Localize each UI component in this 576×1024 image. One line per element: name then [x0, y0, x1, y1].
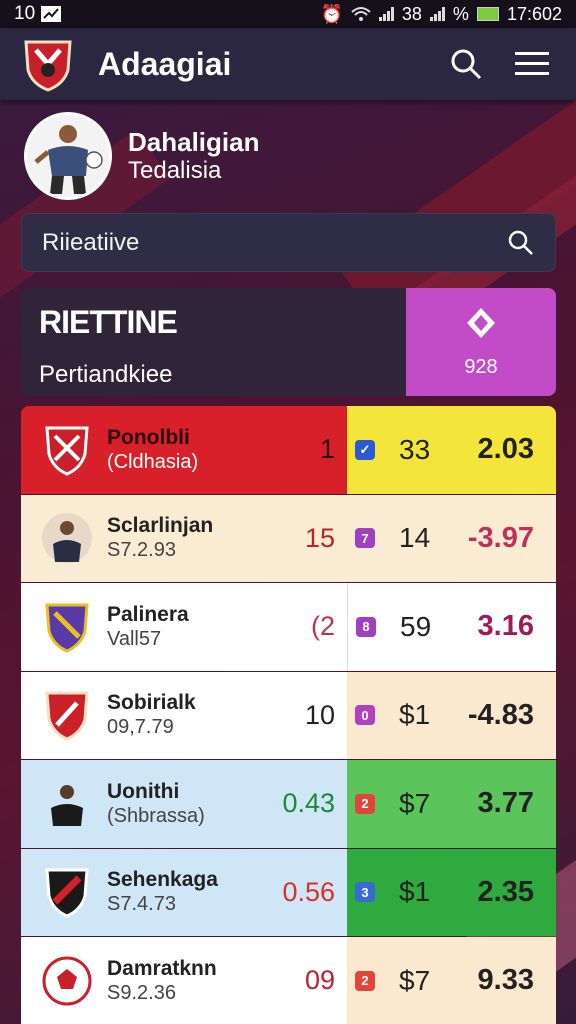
- club-crest-logo[interactable]: [22, 36, 74, 92]
- realtime-value: 928: [464, 355, 498, 378]
- wifi-icon: [351, 7, 371, 21]
- search-button[interactable]: [444, 42, 488, 86]
- team-stat: 33: [399, 433, 431, 465]
- table-row[interactable]: Ponolbli (Cldhasia) 1 ✓ 33 2.03: [21, 406, 556, 495]
- team-value: -4.83: [467, 698, 534, 731]
- profile-header[interactable]: Dahaligian Tedalisia: [24, 112, 259, 200]
- team-value: 3.77: [477, 787, 534, 820]
- team-value: -3.97: [467, 521, 534, 554]
- search-bar[interactable]: [21, 213, 556, 272]
- football-icon: [42, 956, 92, 1006]
- team-name: Palinera: [107, 602, 189, 626]
- team-subtitle: S9.2.36: [107, 981, 176, 1004]
- tag-badge-icon[interactable]: 8: [356, 616, 376, 637]
- player-icon: [42, 513, 92, 564]
- tag-badge-icon[interactable]: 7: [355, 528, 375, 549]
- table-row[interactable]: Sehenkaga S7.4.73 0.56 3 $1 2.35: [21, 848, 556, 937]
- check-badge-icon[interactable]: ✓: [355, 439, 375, 460]
- realtime-badge[interactable]: 928: [406, 288, 556, 396]
- realtime-title: RIETTINE: [39, 304, 178, 340]
- battery-icon: [476, 7, 499, 21]
- profile-subtitle: Tedalisia: [128, 157, 222, 184]
- team-subtitle: S7.2.93: [107, 539, 176, 562]
- tag-badge-icon[interactable]: 3: [355, 882, 375, 903]
- team-rank: 1: [319, 434, 335, 465]
- app-title: Adaagiai: [98, 45, 232, 82]
- team-stat: 59: [400, 610, 432, 642]
- app-bar: Adaagiai: [0, 28, 576, 100]
- team-value: 9.33: [477, 964, 534, 997]
- team-name: Sclarlinjan: [107, 514, 214, 538]
- team-name: Sobirialk: [107, 691, 196, 715]
- team-rank: 09: [304, 965, 335, 996]
- team-stat: 14: [399, 522, 431, 554]
- team-crest-icon: [45, 426, 89, 476]
- team-name: Sehenkaga: [107, 868, 218, 892]
- alarm-icon: ⏰: [320, 3, 343, 24]
- team-name: Ponolbli: [107, 425, 190, 449]
- team-subtitle: (Shbrassa): [107, 804, 205, 827]
- status-bar: 10 ⏰ 38 % 17:602: [0, 0, 576, 28]
- signal-icon-2: [429, 7, 445, 21]
- team-stat: $7: [399, 787, 431, 819]
- team-rank: 10: [304, 699, 335, 730]
- hamburger-menu-icon: [515, 52, 549, 75]
- realtime-subtitle: Pertiandkiee: [39, 361, 173, 388]
- team-subtitle: (Cldhasia): [107, 450, 199, 473]
- team-subtitle: Vall57: [107, 627, 162, 650]
- team-stat: $7: [399, 964, 431, 996]
- status-clock: 17:602: [506, 3, 562, 24]
- table-row[interactable]: Palinera Vall57 (2 8 59 3.16: [21, 583, 556, 672]
- profile-name: Dahaligian: [128, 127, 260, 157]
- avatar[interactable]: [24, 112, 112, 200]
- team-rank: 0.56: [282, 876, 335, 907]
- table-row[interactable]: Sclarlinjan S7.2.93 15 7 14 -3.97: [21, 494, 556, 583]
- team-crest-icon: [45, 603, 89, 653]
- tag-badge-icon[interactable]: 0: [355, 705, 375, 726]
- search-icon[interactable]: [507, 229, 535, 257]
- table-row[interactable]: Sobirialk 09,7.79 10 0 $1 -4.83: [21, 671, 556, 760]
- standings-table: Ponolbli (Cldhasia) 1 ✓ 33 2.03 Sclarlin…: [21, 406, 556, 1024]
- status-time-left: 10: [14, 3, 36, 24]
- team-stat: $1: [399, 876, 431, 908]
- team-subtitle: 09,7.79: [107, 716, 174, 739]
- signal-icon: [378, 7, 394, 21]
- tag-badge-icon[interactable]: 2: [355, 793, 375, 814]
- team-crest-icon: [45, 868, 89, 918]
- team-rank: (2: [310, 611, 335, 642]
- team-value: 2.35: [477, 875, 534, 908]
- team-rank: 0.43: [282, 788, 335, 819]
- status-battery-text: 38: [401, 3, 422, 24]
- realtime-card[interactable]: RIETTINE Pertiandkiee 928: [21, 288, 556, 396]
- team-value: 3.16: [477, 610, 534, 643]
- team-subtitle: S7.4.73: [107, 893, 176, 916]
- search-input[interactable]: [42, 228, 507, 257]
- search-icon: [451, 49, 482, 80]
- player-avatar-icon: [34, 125, 103, 194]
- table-row[interactable]: Uonithi (Shbrassa) 0.43 2 $7 3.77: [21, 760, 556, 849]
- status-percent: %: [452, 3, 469, 24]
- team-value: 2.03: [477, 433, 534, 466]
- diamond-icon: [467, 307, 495, 338]
- tag-badge-icon[interactable]: 2: [355, 970, 375, 991]
- team-name: Damratknn: [107, 956, 217, 980]
- table-row[interactable]: Damratknn S9.2.36 09 2 $7 9.33: [21, 937, 556, 1024]
- team-stat: $1: [399, 699, 431, 731]
- team-crest-icon: [45, 691, 89, 741]
- team-name: Uonithi: [107, 779, 180, 803]
- player-icon: [51, 784, 83, 826]
- trend-icon: [41, 6, 62, 22]
- team-rank: 15: [304, 522, 335, 553]
- menu-button[interactable]: [510, 42, 554, 86]
